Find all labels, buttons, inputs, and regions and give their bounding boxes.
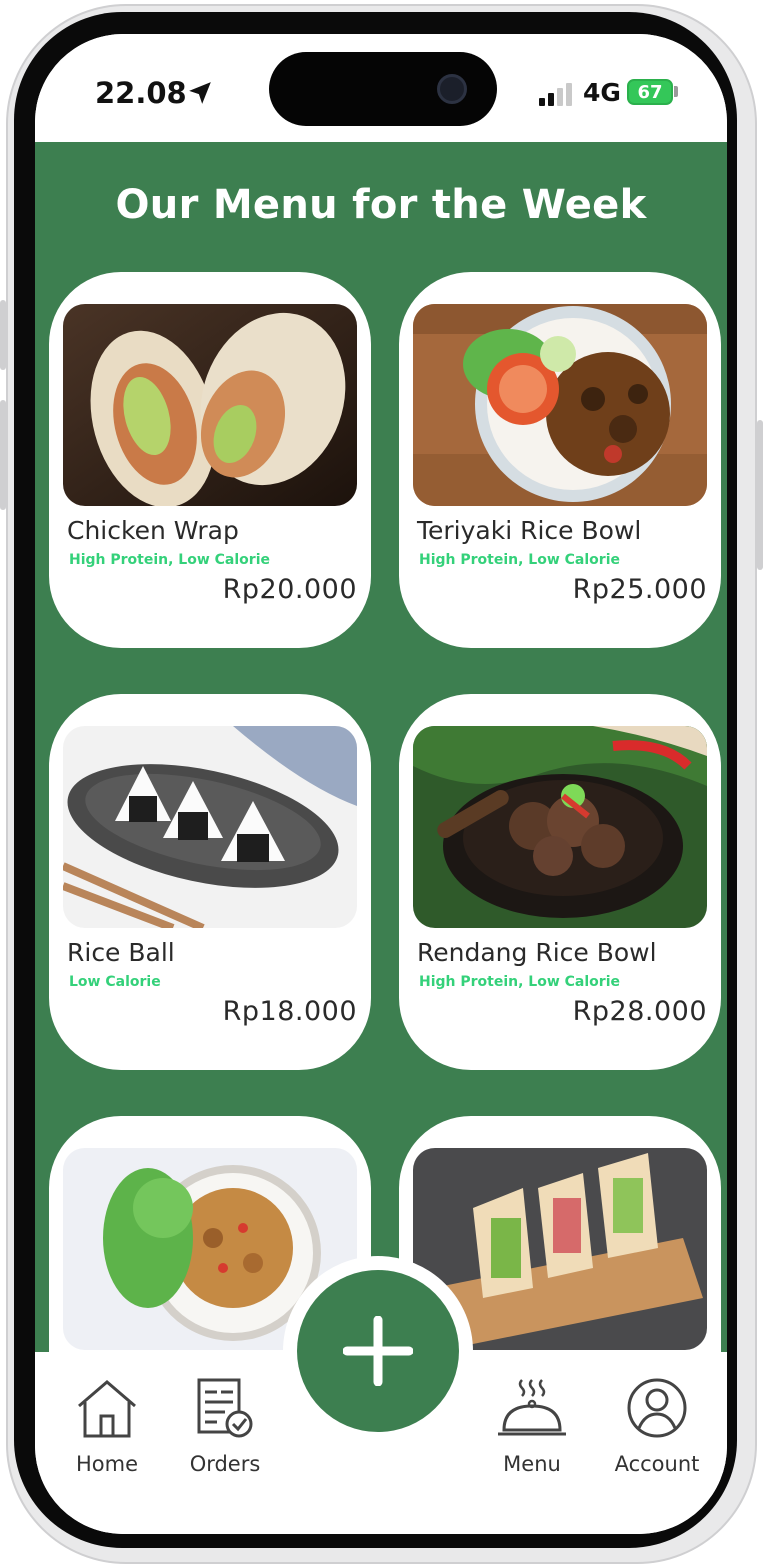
menu-item-tags: Low Calorie [69, 974, 161, 990]
phone-side-button [0, 400, 6, 510]
nav-home[interactable]: Home [47, 1376, 167, 1476]
menu-item-price: Rp28.000 [572, 996, 707, 1027]
camera-icon [437, 74, 467, 104]
menu-card-rendang-rice-bowl[interactable]: Rendang Rice Bowl High Protein, Low Calo… [399, 694, 721, 1070]
account-icon [627, 1378, 687, 1438]
battery-icon: 67 [627, 79, 673, 105]
battery-level: 67 [637, 81, 663, 103]
dynamic-island [269, 52, 497, 126]
orders-icon [197, 1378, 253, 1438]
nav-account[interactable]: Account [597, 1376, 717, 1476]
screen: 22.08 4G 67 Our Menu for the Week Chicke… [35, 34, 727, 1534]
page-title: Our Menu for the Week [115, 182, 647, 228]
menu-item-name: Rice Ball [67, 938, 175, 967]
menu-item-name: Teriyaki Rice Bowl [417, 516, 642, 545]
menu-item-name: Chicken Wrap [67, 516, 239, 545]
menu-content[interactable]: Our Menu for the Week Chicken Wrap High … [35, 142, 727, 1352]
add-button[interactable] [297, 1270, 459, 1432]
nav-home-label: Home [75, 1452, 138, 1476]
nav-orders-label: Orders [189, 1452, 261, 1476]
menu-item-price: Rp20.000 [222, 574, 357, 605]
menu-item-price: Rp18.000 [222, 996, 357, 1027]
status-bar: 22.08 4G 67 [35, 34, 727, 142]
chicken-wrap-photo [63, 304, 357, 506]
rendang-rice-bowl-photo [413, 726, 707, 928]
cloche-icon [498, 1379, 566, 1436]
menu-item-price: Rp25.000 [572, 574, 707, 605]
menu-card-rice-ball[interactable]: Rice Ball Low Calorie Rp18.000 [49, 694, 371, 1070]
phone-side-button [0, 300, 6, 370]
menu-card-chicken-wrap[interactable]: Chicken Wrap High Protein, Low Calorie R… [49, 272, 371, 648]
plus-icon [343, 1316, 413, 1386]
menu-item-tags: High Protein, Low Calorie [69, 552, 270, 568]
home-icon [78, 1380, 136, 1438]
status-time: 22.08 [95, 76, 187, 110]
nav-menu-label: Menu [503, 1452, 561, 1476]
signal-icon [539, 83, 572, 106]
menu-card-teriyaki-rice-bowl[interactable]: Teriyaki Rice Bowl High Protein, Low Cal… [399, 272, 721, 648]
menu-item-tags: High Protein, Low Calorie [419, 974, 620, 990]
nav-menu[interactable]: Menu [472, 1376, 592, 1476]
nav-account-label: Account [614, 1452, 700, 1476]
network-type: 4G [583, 78, 621, 107]
battery-nub [674, 86, 678, 97]
teriyaki-rice-bowl-photo [413, 304, 707, 506]
location-arrow-icon [189, 82, 211, 104]
rice-ball-photo [63, 726, 357, 928]
nav-orders[interactable]: Orders [165, 1376, 285, 1476]
menu-item-name: Rendang Rice Bowl [417, 938, 657, 967]
menu-item-tags: High Protein, Low Calorie [419, 552, 620, 568]
phone-side-button [757, 420, 763, 570]
